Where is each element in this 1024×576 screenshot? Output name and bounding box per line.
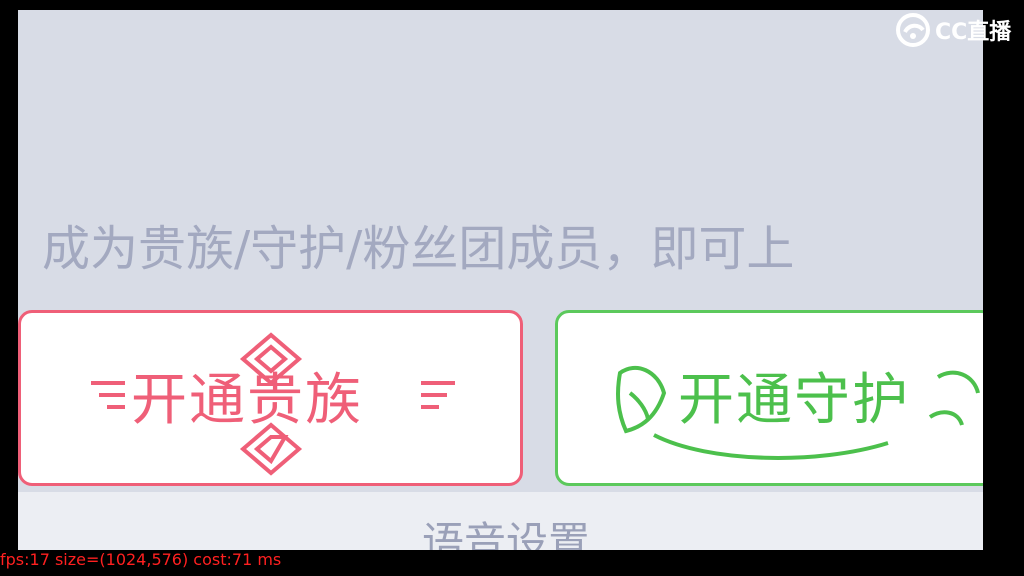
membership-hint: 成为贵族/守护/粉丝团成员，即可上	[42, 221, 795, 277]
open-noble-label: 开通贵族	[131, 368, 363, 433]
open-guard-button[interactable]: 开通守护	[555, 310, 983, 486]
debug-stats-overlay: fps:17 size=(1024,576) cost:71 ms	[0, 550, 282, 569]
cc-live-watermark: CC直播	[895, 12, 1011, 48]
cc-logo-icon	[896, 13, 930, 47]
open-noble-button[interactable]: 开通贵族	[18, 310, 523, 486]
open-guard-label: 开通守护	[678, 368, 910, 433]
audio-settings-label[interactable]: 语音设置	[422, 518, 590, 550]
live-panel: 成为贵族/守护/粉丝团成员，即可上 开通贵族 开通守护 语音设置	[18, 10, 983, 550]
watermark-text: CC直播	[935, 20, 1012, 45]
